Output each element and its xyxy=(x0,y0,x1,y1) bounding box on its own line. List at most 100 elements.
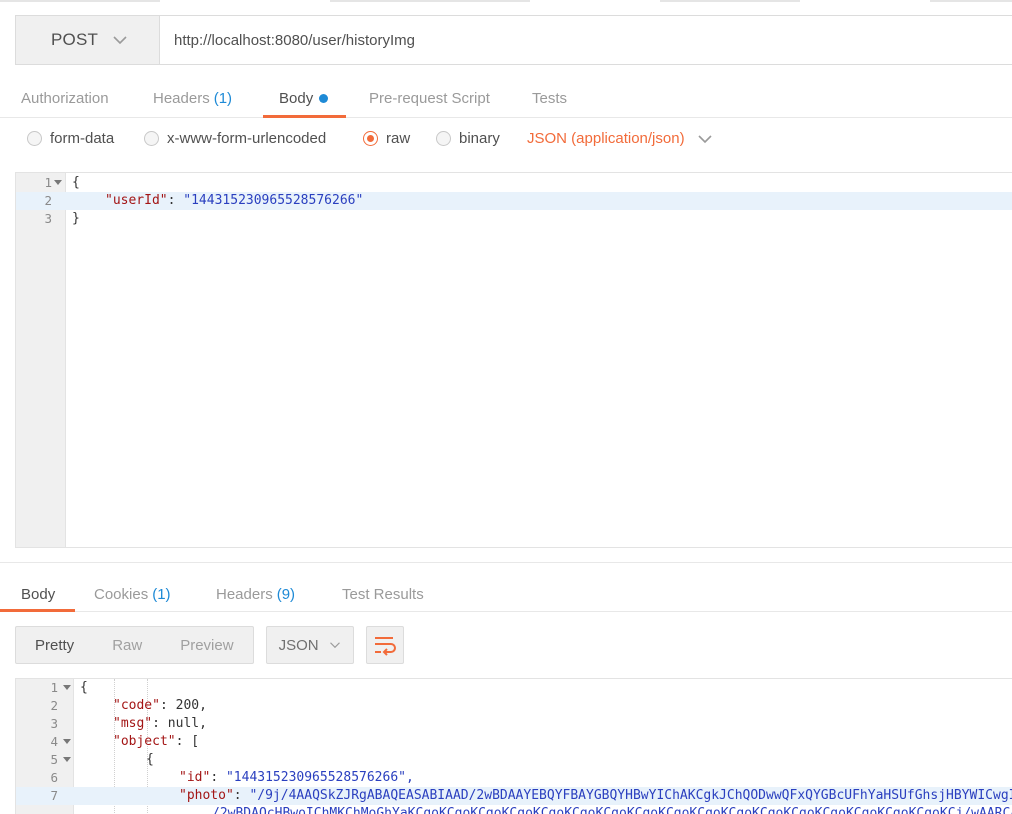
json-key: "msg" xyxy=(113,716,153,731)
tab-strip-segment xyxy=(330,0,530,2)
tab-test-results[interactable]: Test Results xyxy=(342,576,424,612)
code-text: /2wBDAQcHBwoIChMKChMoGhYaKCgoKCgoKCgoKCg… xyxy=(212,805,1012,814)
code-line: 3 "msg": null, xyxy=(16,715,1012,733)
request-body-editor[interactable]: 1 { 2 "userId": "1443152309655285762​66"… xyxy=(15,172,1012,548)
response-tabs: Body Cookies (1) Headers (9) Test Result… xyxy=(0,576,1012,612)
wrap-lines-button[interactable] xyxy=(365,626,404,664)
line-number: 3 xyxy=(50,716,58,731)
code-text: "id": "144315230965528576266", xyxy=(179,770,414,785)
json-key: "photo" xyxy=(179,788,234,803)
tab-label: Body xyxy=(21,585,56,603)
code-text: { xyxy=(80,680,88,695)
code-text: "msg": null, xyxy=(113,716,207,731)
tab-strip xyxy=(0,0,1012,8)
json-string: "144315230965528576266", xyxy=(225,770,414,785)
response-view-toolbar: Pretty Raw Preview JSON xyxy=(15,626,404,664)
code-line: 4 "object": [ xyxy=(16,733,1012,751)
tab-tests[interactable]: Tests xyxy=(532,78,567,118)
json-key: "object" xyxy=(113,734,176,749)
code-line: 3 } xyxy=(16,210,1012,228)
code-text: "photo": "/9j/4AAQSkZJRgABAQEASABIAAD/2w… xyxy=(179,787,1012,805)
tab-response-headers[interactable]: Headers (9) xyxy=(216,576,295,612)
json-string: /2wBDAQcHBwoIChMKChMoGhYaKCgoKCgoKCgoKCg… xyxy=(212,806,1012,814)
tab-label: Headers xyxy=(216,585,273,603)
radio-raw[interactable]: raw xyxy=(363,130,410,147)
tab-count: (9) xyxy=(276,585,296,603)
line-number: 1 xyxy=(50,680,58,695)
tab-strip-segment xyxy=(0,0,160,2)
json-key: "id" xyxy=(179,770,211,785)
content-type-label: JSON (application/json) xyxy=(527,130,685,147)
code-text: { xyxy=(72,175,80,190)
json-key: "code" xyxy=(113,698,160,713)
tab-label: Test Results xyxy=(342,585,424,603)
fold-arrow-icon[interactable] xyxy=(63,757,71,762)
line-number: 1 xyxy=(44,175,52,190)
radio-x-www-form-urlencoded[interactable]: x-www-form-urlencoded xyxy=(144,130,326,147)
request-tabs: Authorization Headers (1) Body Pre-reque… xyxy=(0,78,1012,118)
line-number-gutter xyxy=(16,173,66,547)
code-text: "code": 200, xyxy=(113,698,207,713)
radio-circle-icon xyxy=(436,131,451,146)
radio-selected-icon xyxy=(363,131,378,146)
section-divider xyxy=(0,562,1012,563)
tab-label: Headers xyxy=(153,89,210,107)
url-input[interactable]: http://localhost:8080/user/historyImg xyxy=(160,16,1012,64)
radio-binary[interactable]: binary xyxy=(436,130,500,147)
view-pretty-button[interactable]: Pretty xyxy=(16,627,93,663)
json-number: 200, xyxy=(175,698,207,713)
tab-label: Body xyxy=(279,89,314,107)
code-line-active: 7 "photo": "/9j/4AAQSkZJRgABAQEASABIAAD/… xyxy=(16,787,1012,805)
content-type-select[interactable]: JSON (application/json) xyxy=(527,130,713,147)
json-null: null, xyxy=(167,716,207,731)
tab-label: Authorization xyxy=(21,89,109,107)
tab-response-body[interactable]: Body xyxy=(21,576,55,612)
json-bracket: [ xyxy=(191,734,200,749)
json-string: "/9j/4AAQSkZJRgABAQEASABIAAD/2wBDAAYEBQY… xyxy=(249,788,1012,803)
radio-label: x-www-form-urlencoded xyxy=(167,130,327,147)
wrap-lines-icon xyxy=(374,637,396,656)
code-line: 2 "code": 200, xyxy=(16,697,1012,715)
view-preview-button[interactable]: Preview xyxy=(161,627,252,663)
tab-label: Pre-request Script xyxy=(369,89,490,107)
request-bar: POST http://localhost:8080/user/historyI… xyxy=(15,15,1012,65)
method-label: POST xyxy=(51,30,99,49)
tab-authorization[interactable]: Authorization xyxy=(21,78,109,118)
radio-circle-icon xyxy=(144,131,159,146)
code-line: /2wBDAQcHBwoIChMKChMoGhYaKCgoKCgoKCgoKCg… xyxy=(16,805,1012,814)
radio-form-data[interactable]: form-data xyxy=(27,130,114,147)
json-key: "userId" xyxy=(105,193,168,208)
fold-arrow-icon[interactable] xyxy=(54,180,62,185)
code-line: 1 { xyxy=(16,174,1012,192)
line-number: 2 xyxy=(44,193,52,208)
tab-body[interactable]: Body xyxy=(279,78,329,118)
code-line: 1 { xyxy=(16,679,1012,697)
line-number: 5 xyxy=(50,752,58,767)
method-select[interactable]: POST xyxy=(16,16,160,64)
tab-headers[interactable]: Headers (1) xyxy=(153,78,232,118)
chevron-down-icon xyxy=(329,642,340,649)
tab-count: (1) xyxy=(213,89,233,107)
tab-cookies[interactable]: Cookies (1) xyxy=(94,576,171,612)
chevron-down-icon xyxy=(698,134,712,143)
chevron-down-icon xyxy=(113,36,127,45)
active-tab-indicator xyxy=(0,609,75,612)
response-body-viewer[interactable]: 1 { 2 "code": 200, 3 "msg": null, 4 "obj… xyxy=(15,678,1012,814)
line-number: 4 xyxy=(50,734,58,749)
tab-label: Cookies xyxy=(94,585,149,603)
json-separator: : xyxy=(167,193,184,208)
json-string: "1443152309655285762​66" xyxy=(183,193,364,208)
code-line: 6 "id": "144315230965528576266", xyxy=(16,769,1012,787)
radio-label: form-data xyxy=(50,130,115,147)
code-text: } xyxy=(72,211,80,226)
view-raw-button[interactable]: Raw xyxy=(93,627,161,663)
tab-pre-request-script[interactable]: Pre-request Script xyxy=(369,78,490,118)
format-label: JSON xyxy=(278,636,319,654)
fold-arrow-icon[interactable] xyxy=(63,685,71,690)
radio-circle-icon xyxy=(27,131,42,146)
format-select[interactable]: JSON xyxy=(265,626,354,664)
fold-arrow-icon[interactable] xyxy=(63,739,71,744)
line-number: 2 xyxy=(50,698,58,713)
tab-strip-segment xyxy=(930,0,1012,2)
tab-label: Tests xyxy=(532,89,568,107)
